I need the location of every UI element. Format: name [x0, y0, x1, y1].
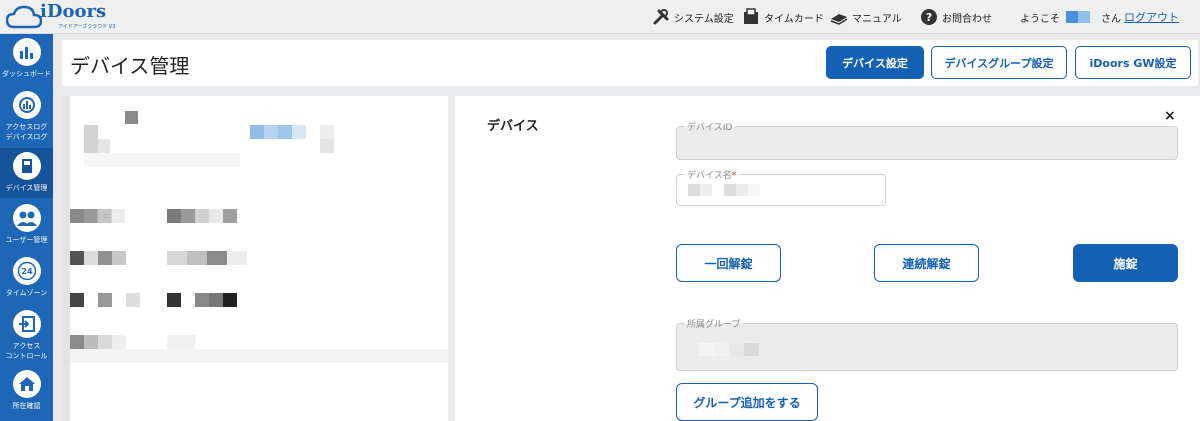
device-detail-panel: デバイス × デバイスID デバイス名* 一回解錠 連続解錠 施錠 所属グループ…: [455, 96, 1200, 421]
group-field[interactable]: 所属グループ: [676, 317, 1178, 371]
access-log-icon: [12, 91, 41, 119]
timezone-24-icon: 24: [12, 257, 41, 285]
svg-text:?: ?: [926, 11, 932, 24]
sidebar-item-device-management[interactable]: デバイス管理: [0, 148, 53, 198]
sidebar-label-timezone: タイムゾーン: [5, 289, 48, 297]
users-icon: [12, 204, 41, 232]
welcome-text: ようこそ: [1020, 14, 1060, 25]
page-title: デバイス管理: [70, 54, 190, 78]
lock-button[interactable]: 施錠: [1073, 244, 1178, 282]
page-header: デバイス管理 デバイス設定 デバイスグループ設定 iDoors GW設定: [62, 40, 1198, 86]
list-scroll-gutter[interactable]: [62, 96, 70, 421]
timecard-label: タイムカード: [764, 13, 824, 25]
device-name-field[interactable]: デバイス名*: [676, 168, 886, 206]
tools-icon: [652, 8, 670, 26]
device-group-settings-button[interactable]: デバイスグループ設定: [931, 46, 1067, 79]
sidebar: ダッシュボード アクセスログ デバイスログ デバイス管理 ユーザー管理 24 タ…: [0, 34, 53, 421]
honorific-text: さん: [1101, 14, 1121, 25]
group-label: 所属グループ: [684, 317, 744, 330]
sidebar-label-access-control: アクセス コントロール: [5, 342, 48, 360]
user-name-redacted: [1066, 11, 1090, 23]
device-id-field[interactable]: デバイスID: [676, 120, 1178, 160]
redacted-block: [250, 125, 306, 139]
contact-label: お問合わせ: [942, 13, 992, 25]
system-settings-link[interactable]: システム設定: [652, 6, 734, 28]
sidebar-item-access-log[interactable]: アクセスログ デバイスログ: [0, 91, 53, 146]
sidebar-label-device-management: デバイス管理: [5, 184, 48, 192]
device-list-panel: [62, 96, 448, 421]
sidebar-item-timezone[interactable]: 24 タイムゾーン: [0, 257, 53, 307]
redacted-value: [688, 184, 712, 196]
timecard-link[interactable]: タイムカード: [742, 6, 824, 28]
redacted-value: [699, 343, 759, 356]
sidebar-item-location-check[interactable]: 所在確認: [0, 370, 53, 420]
gw-settings-button[interactable]: iDoors GW設定: [1075, 46, 1191, 79]
sidebar-item-user-management[interactable]: ユーザー管理: [0, 204, 53, 254]
list-row-divider: [70, 349, 448, 363]
top-bar: iDoors アイドアーズクラウド V3 システム設定 タイムカード マニュアル…: [0, 0, 1200, 34]
unlock-once-button[interactable]: 一回解錠: [676, 244, 781, 282]
logo-subtitle: アイドアーズクラウド V3: [58, 24, 116, 30]
redacted-block: [84, 153, 240, 167]
manual-link[interactable]: マニュアル: [830, 6, 902, 28]
access-control-icon: [12, 310, 41, 338]
redacted-block: [320, 139, 334, 153]
timecard-icon: [742, 8, 760, 26]
sidebar-label-user-management: ユーザー管理: [5, 236, 48, 244]
logout-link[interactable]: ログアウト: [1124, 9, 1179, 25]
redacted-block: [98, 139, 110, 153]
table-row[interactable]: [167, 251, 247, 265]
table-row[interactable]: [167, 209, 237, 223]
redacted-value: [724, 184, 760, 196]
redacted-block: [84, 125, 98, 153]
unlock-continuous-button[interactable]: 連続解錠: [874, 244, 979, 282]
table-row[interactable]: [70, 251, 126, 265]
device-name-label: デバイス名*: [684, 168, 740, 181]
sidebar-item-dashboard[interactable]: ダッシュボード: [0, 38, 53, 88]
sidebar-item-access-control[interactable]: アクセス コントロール: [0, 310, 53, 365]
redacted-block: [125, 111, 138, 124]
home-icon: [12, 370, 41, 398]
sidebar-label-dashboard: ダッシュボード: [2, 70, 51, 78]
help-icon: ?: [920, 8, 938, 26]
table-row[interactable]: [167, 335, 195, 349]
cloud-icon: [6, 5, 42, 29]
required-mark: *: [731, 171, 737, 181]
table-row[interactable]: [70, 209, 125, 223]
system-settings-label: システム設定: [674, 13, 734, 25]
table-row[interactable]: [70, 293, 140, 307]
device-settings-button[interactable]: デバイス設定: [826, 46, 924, 79]
contact-link[interactable]: ? お問合わせ: [920, 6, 992, 28]
table-row[interactable]: [70, 335, 126, 349]
device-icon: [12, 152, 41, 180]
section-title: デバイス: [487, 119, 539, 134]
close-icon[interactable]: ×: [1164, 108, 1176, 124]
table-row[interactable]: [167, 293, 237, 307]
svg-text:24: 24: [21, 267, 33, 276]
book-icon: [830, 8, 848, 26]
app-logo[interactable]: [6, 3, 42, 31]
logo-text: iDoors: [40, 1, 107, 22]
manual-label: マニュアル: [852, 13, 902, 25]
sidebar-label-location-check: 所在確認: [12, 402, 41, 410]
sidebar-label-access-log: アクセスログ デバイスログ: [5, 123, 48, 141]
device-id-label: デバイスID: [684, 120, 736, 133]
redacted-block: [320, 125, 334, 139]
dashboard-icon: [12, 38, 41, 66]
add-group-button[interactable]: グループ追加をする: [676, 383, 818, 421]
